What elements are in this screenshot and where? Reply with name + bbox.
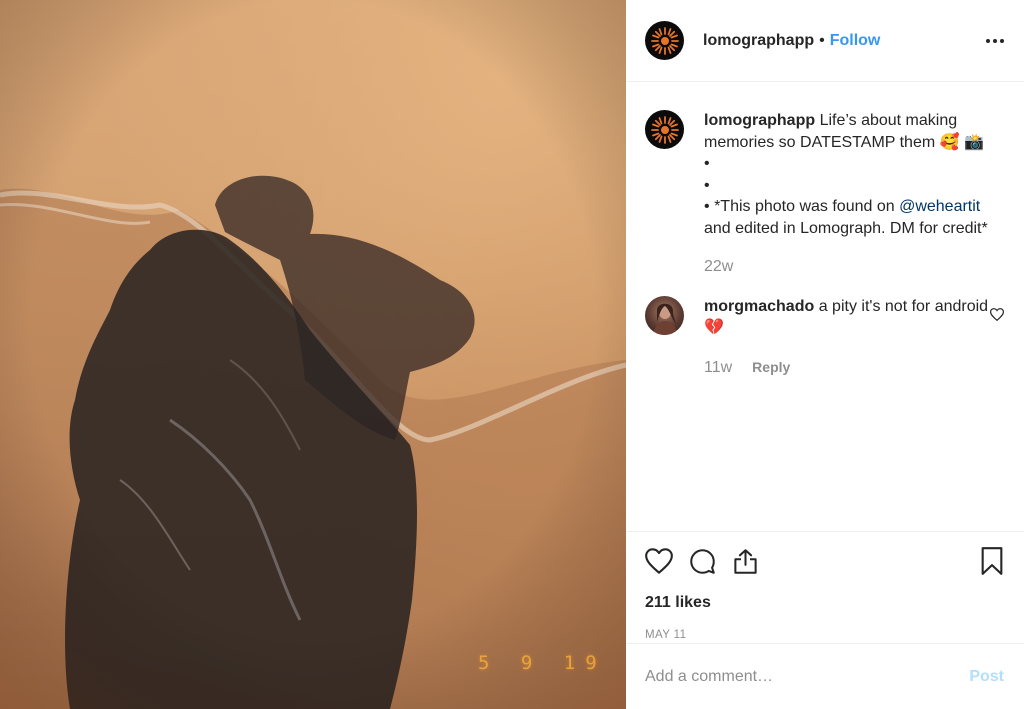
mention-link[interactable]: @weheartit [899, 198, 980, 215]
caption: lomographapp Life’s about making memorie… [645, 110, 1004, 278]
reply-button[interactable]: Reply [752, 357, 790, 379]
header-username[interactable]: lomographapp [703, 32, 814, 50]
avatar[interactable] [645, 21, 684, 60]
bookmark-icon[interactable] [980, 547, 1004, 575]
comment-item: morgmachado a pity it's not for android … [645, 295, 1005, 379]
photo-scene [0, 0, 626, 709]
post-date: MAY 11 [645, 629, 687, 641]
more-options-icon[interactable] [986, 38, 1004, 43]
caption-bullet: • [704, 155, 710, 172]
caption-body: lomographapp Life’s about making memorie… [704, 110, 1004, 278]
caption-bullet: • [704, 198, 710, 215]
caption-avatar[interactable] [645, 110, 684, 149]
caption-text-after-mention: and edited in Lomograph. DM for credit* [704, 219, 988, 237]
caption-username[interactable]: lomographapp [704, 112, 815, 129]
caption-time[interactable]: 22w [704, 256, 1004, 278]
caption-bullet: • [704, 176, 710, 194]
share-icon[interactable] [732, 548, 759, 575]
comment-bubble-icon[interactable] [689, 548, 716, 575]
post-actions: 211 likes MAY 11 [626, 531, 1024, 641]
likes-count[interactable]: 211 likes [645, 594, 1004, 612]
comment-meta: 11w Reply [704, 357, 1004, 379]
sun-logo-icon [650, 26, 679, 55]
comment-like-heart-icon[interactable] [989, 307, 1005, 326]
comment-input[interactable] [645, 667, 970, 686]
comments-section: lomographapp Life’s about making memorie… [626, 83, 1024, 531]
follow-button[interactable]: Follow [830, 32, 881, 50]
comment-body: morgmachado a pity it's not for android … [704, 296, 1004, 379]
sun-logo-icon [650, 115, 679, 144]
post-photo[interactable]: 5 9 19 [0, 0, 626, 709]
post-header: lomographapp • Follow [626, 0, 1024, 82]
comment-time[interactable]: 11w [704, 357, 732, 379]
caption-text-before-mention: *This photo was found on [714, 198, 900, 215]
add-comment-bar: Post [626, 643, 1024, 709]
comment-avatar[interactable] [645, 295, 684, 335]
post-button[interactable]: Post [969, 668, 1004, 686]
photo-datestamp: 5 9 19 [478, 652, 607, 674]
heart-icon[interactable] [645, 548, 673, 574]
post-side-panel: lomographapp • Follow lomographapp Life’… [626, 0, 1024, 709]
profile-photo-icon [653, 303, 677, 335]
action-icons [645, 546, 1004, 576]
comment-username[interactable]: morgmachado [704, 298, 814, 315]
header-separator: • [819, 31, 825, 49]
